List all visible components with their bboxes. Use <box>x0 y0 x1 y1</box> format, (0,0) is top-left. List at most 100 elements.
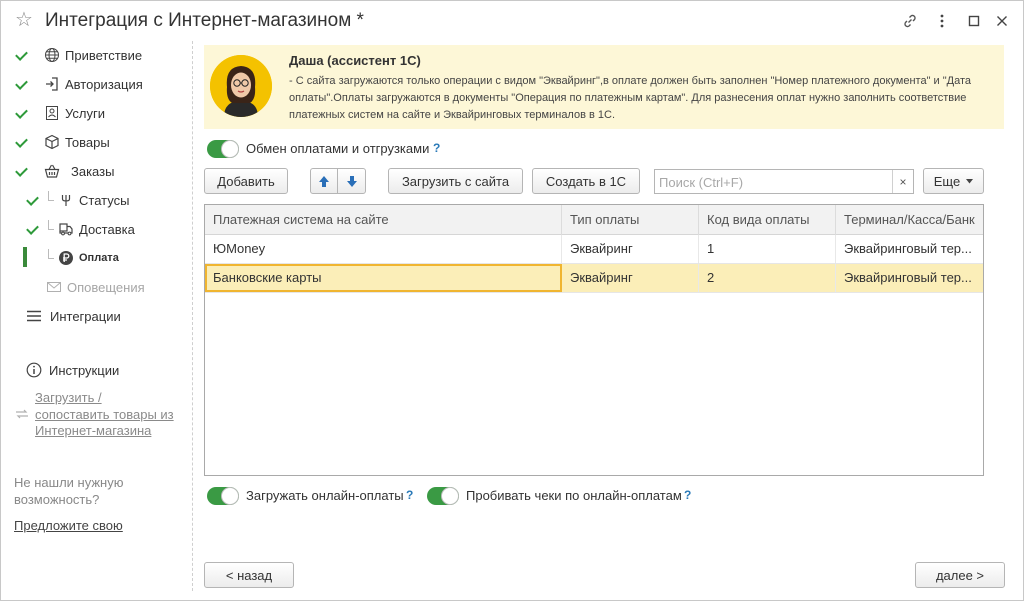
load-online-help-icon[interactable]: ? <box>406 488 413 502</box>
sidebar-item-orders[interactable]: Заказы <box>43 161 114 181</box>
assistant-message: - С сайта загружаются только операции с … <box>289 75 971 121</box>
sidebar-divider <box>192 41 193 591</box>
add-button[interactable]: Добавить <box>204 168 288 194</box>
table-header: Платежная система на сайте Тип оплаты Ко… <box>205 205 983 235</box>
not-found-line: Не нашли нужную <box>14 475 124 490</box>
done-check-icon <box>15 136 29 150</box>
app-window: ☆ Интеграция с Интернет-магазином * Прив… <box>0 0 1024 601</box>
sidebar-item-label: Интеграции <box>50 308 121 324</box>
sidebar-item-label: Товары <box>65 134 110 150</box>
sidebar-item-label: Доставка <box>79 221 135 237</box>
cell-terminal: Эквайринговый тер... <box>844 241 972 256</box>
not-found-text: Не нашли нужную возможность? <box>14 475 123 508</box>
column-header-terminal[interactable]: Терминал/Касса/Банк <box>836 205 983 235</box>
next-button[interactable]: далее > <box>915 562 1005 588</box>
exchange-help-icon[interactable]: ? <box>433 141 440 155</box>
done-check-icon <box>15 78 29 92</box>
sidebar-item-label: Оплата <box>79 252 119 264</box>
arrow-up-icon <box>319 175 329 187</box>
load-from-site-button[interactable]: Загрузить с сайта <box>388 168 523 194</box>
link-line: сопоставить товары из <box>35 406 174 422</box>
column-header-type[interactable]: Тип оплаты <box>562 205 699 235</box>
move-down-button[interactable] <box>337 168 366 194</box>
cell-type: Эквайринг <box>562 264 699 292</box>
instructions-link[interactable]: Инструкции <box>25 360 119 380</box>
search-box: × <box>654 169 914 194</box>
hamburger-icon <box>25 307 43 325</box>
envelope-icon <box>45 278 63 296</box>
info-icon <box>25 361 43 379</box>
cell-code: 1 <box>699 235 836 263</box>
search-input[interactable] <box>659 174 889 190</box>
create-in-1c-button[interactable]: Создать в 1С <box>532 168 640 194</box>
suggest-link[interactable]: Предложите свою <box>14 518 123 533</box>
table-row[interactable]: Банковские карты Эквайринг 2 Эквайрингов… <box>205 264 983 293</box>
cell-code: 2 <box>699 264 836 292</box>
cell-system: Банковские карты <box>205 264 562 292</box>
not-found-line: возможность? <box>14 491 100 507</box>
tree-connector <box>48 191 54 201</box>
column-header-system[interactable]: Платежная система на сайте <box>205 205 562 235</box>
sidebar-item-authorization[interactable]: Авторизация <box>43 74 143 94</box>
fork-icon <box>57 191 75 209</box>
sidebar-item-goods[interactable]: Товары <box>43 132 110 152</box>
done-check-icon <box>15 107 29 121</box>
move-up-button[interactable] <box>310 168 338 194</box>
sidebar-item-label: Заказы <box>71 163 115 179</box>
table-row[interactable]: ЮMoney Эквайринг 1 Эквайринговый тер... <box>205 235 983 264</box>
back-button[interactable]: < назад <box>204 562 294 588</box>
arrow-down-icon <box>346 175 357 187</box>
link-line: Интернет-магазина <box>35 423 152 438</box>
done-check-icon <box>15 49 29 63</box>
sidebar-item-label: Приветствие <box>65 47 143 63</box>
sidebar: Приветствие Авторизация Услуги Товары За… <box>1 41 191 601</box>
chevron-down-icon <box>966 178 974 183</box>
sidebar-item-label: Авторизация <box>65 76 143 92</box>
sidebar-item-label: Услуги <box>65 105 105 121</box>
assistant-avatar <box>210 55 272 117</box>
sidebar-item-welcome[interactable]: Приветствие <box>43 45 142 65</box>
cell-system: ЮMoney <box>205 235 562 263</box>
column-header-code[interactable]: Код вида оплаты <box>699 205 836 235</box>
exchange-toggle[interactable] <box>207 140 239 158</box>
favorite-star-icon[interactable]: ☆ <box>15 10 33 30</box>
done-check-icon <box>26 194 40 208</box>
payment-systems-table[interactable]: Платежная система на сайте Тип оплаты Ко… <box>204 204 984 476</box>
sidebar-item-label: Оповещения <box>67 279 145 295</box>
load-match-goods-link[interactable]: Загрузить / сопоставить товары из Интерн… <box>35 390 174 440</box>
done-check-icon <box>26 223 40 237</box>
instructions-label: Инструкции <box>49 362 120 378</box>
sidebar-item-payment[interactable]: Оплата <box>57 248 119 268</box>
active-indicator <box>23 247 27 267</box>
more-button-label: Еще <box>933 173 961 189</box>
sidebar-item-services[interactable]: Услуги <box>43 103 105 123</box>
document-person-icon <box>43 104 61 122</box>
print-receipts-help-icon[interactable]: ? <box>684 488 691 502</box>
print-receipts-label: Пробивать чеки по онлайн-оплатам <box>466 488 682 503</box>
assistant-panel: Даша (ассистент 1С) - С сайта загружаютс… <box>204 45 1004 129</box>
sidebar-item-integrations[interactable]: Интеграции <box>25 306 121 326</box>
maximize-icon[interactable] <box>965 12 983 30</box>
sidebar-item-notifications[interactable]: Оповещения <box>45 277 145 297</box>
basket-icon <box>43 162 61 180</box>
close-icon[interactable] <box>993 12 1011 30</box>
link-line: Загрузить / <box>35 390 102 405</box>
print-receipts-toggle[interactable] <box>427 487 459 505</box>
load-online-payments-label: Загружать онлайн-оплаты <box>246 488 404 503</box>
load-online-payments-toggle[interactable] <box>207 487 239 505</box>
sync-icon <box>14 406 30 422</box>
exchange-toggle-label: Обмен оплатами и отгрузками <box>246 141 430 156</box>
tree-connector <box>48 249 54 259</box>
cell-terminal: Эквайринговый тер... <box>844 270 972 285</box>
sidebar-item-delivery[interactable]: Доставка <box>57 219 135 239</box>
title-bar: ☆ Интеграция с Интернет-магазином * <box>1 1 1023 41</box>
login-icon <box>43 75 61 93</box>
more-button[interactable]: Еще <box>923 168 984 194</box>
window-title: Интеграция с Интернет-магазином * <box>45 10 364 31</box>
clear-search-button[interactable]: × <box>892 170 913 193</box>
assistant-name: Даша (ассистент 1С) <box>289 53 421 68</box>
sidebar-item-statuses[interactable]: Статусы <box>57 190 129 210</box>
link-icon[interactable] <box>901 12 919 30</box>
tree-connector <box>48 220 54 230</box>
more-menu-icon[interactable] <box>933 12 951 30</box>
